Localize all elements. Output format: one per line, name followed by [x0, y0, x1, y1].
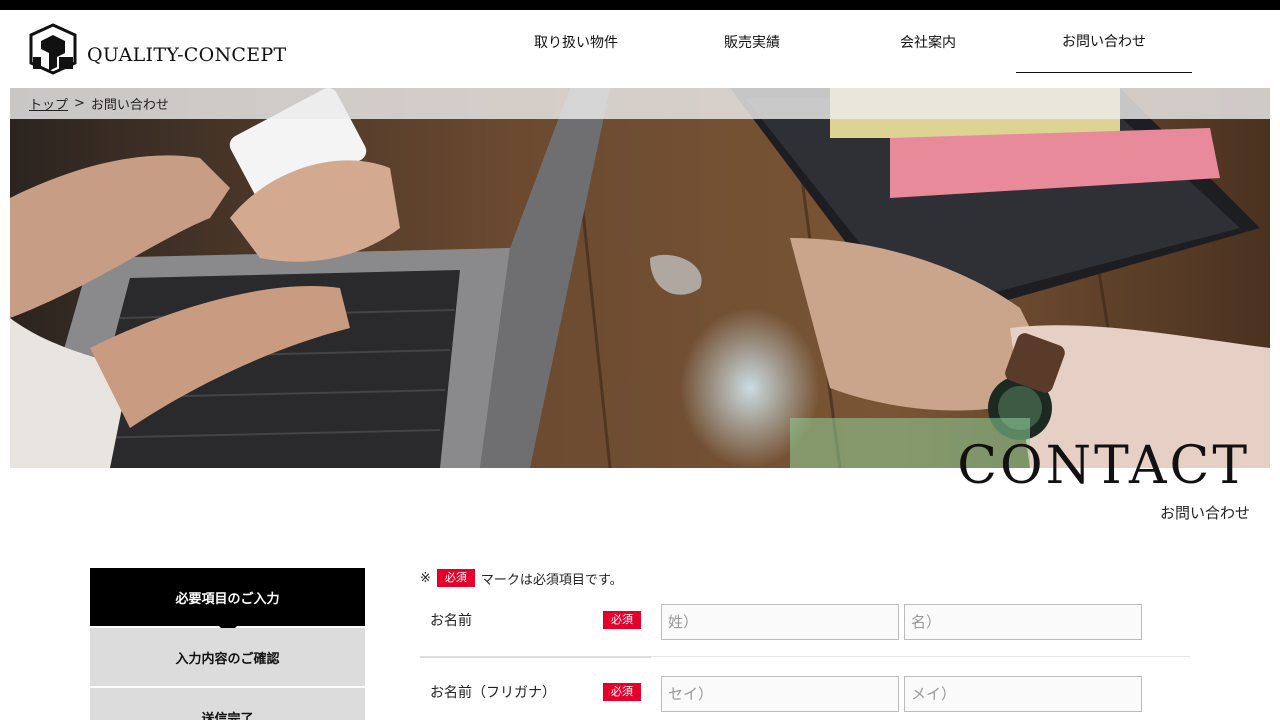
- page: QUALITY-CONCEPT 取り扱い物件 販売実績 会社案内 お問い合わせ: [0, 10, 1280, 720]
- page-subtitle: お問い合わせ: [1159, 504, 1250, 522]
- nav-item-contact[interactable]: お問い合わせ: [1016, 10, 1192, 73]
- label-divider: [420, 656, 651, 658]
- name-required-badge: 必須: [603, 611, 641, 629]
- hero-image: トップ > お問い合わせ: [10, 88, 1270, 468]
- form-steps: 必要項目のご入力 入力内容のご確認 送信完了: [90, 568, 365, 720]
- field-divider: [651, 656, 1190, 657]
- main-nav: 取り扱い物件 販売実績 会社案内 お問い合わせ: [488, 10, 1192, 73]
- nav-item-properties[interactable]: 取り扱い物件: [488, 10, 664, 73]
- breadcrumb-current: お問い合わせ: [90, 98, 169, 113]
- logo-icon: [29, 23, 77, 75]
- nav-item-sales-record[interactable]: 販売実績: [664, 10, 840, 73]
- step-confirm: 入力内容のご確認: [90, 628, 365, 686]
- required-badge: 必須: [436, 569, 475, 587]
- step-input: 必要項目のご入力: [90, 568, 365, 635]
- form-row-kana: お名前（フリガナ） 必須: [420, 676, 1190, 720]
- breadcrumb: トップ > お問い合わせ: [10, 88, 1270, 119]
- last-name-kana-input[interactable]: [661, 676, 899, 712]
- kana-required-badge: 必須: [603, 683, 641, 701]
- required-note: ※ 必須 マークは必須項目です。: [420, 568, 1190, 588]
- page-title: CONTACT: [957, 436, 1250, 496]
- step-complete: 送信完了: [90, 688, 365, 720]
- note-text: マークは必須項目です。: [480, 572, 623, 588]
- logo[interactable]: QUALITY-CONCEPT: [29, 23, 287, 75]
- note-prefix: ※: [420, 570, 431, 586]
- nav-item-company[interactable]: 会社案内: [840, 10, 1016, 73]
- breadcrumb-home-link[interactable]: トップ: [29, 94, 68, 113]
- last-name-input[interactable]: [661, 604, 899, 640]
- contact-form: ※ 必須 マークは必須項目です。 お名前 必須 お名前（フリガナ） 必須: [420, 568, 1190, 720]
- site-header: QUALITY-CONCEPT 取り扱い物件 販売実績 会社案内 お問い合わせ: [0, 10, 1280, 88]
- breadcrumb-separator: >: [74, 96, 85, 111]
- name-label: お名前: [430, 613, 472, 629]
- kana-label: お名前（フリガナ）: [430, 685, 556, 701]
- page-title-block: CONTACT お問い合わせ: [957, 440, 1250, 523]
- logo-text: QUALITY-CONCEPT: [87, 44, 287, 66]
- first-name-kana-input[interactable]: [904, 676, 1142, 712]
- first-name-input[interactable]: [904, 604, 1142, 640]
- hero-photo: [10, 88, 1270, 468]
- form-row-name: お名前 必須: [420, 604, 1190, 666]
